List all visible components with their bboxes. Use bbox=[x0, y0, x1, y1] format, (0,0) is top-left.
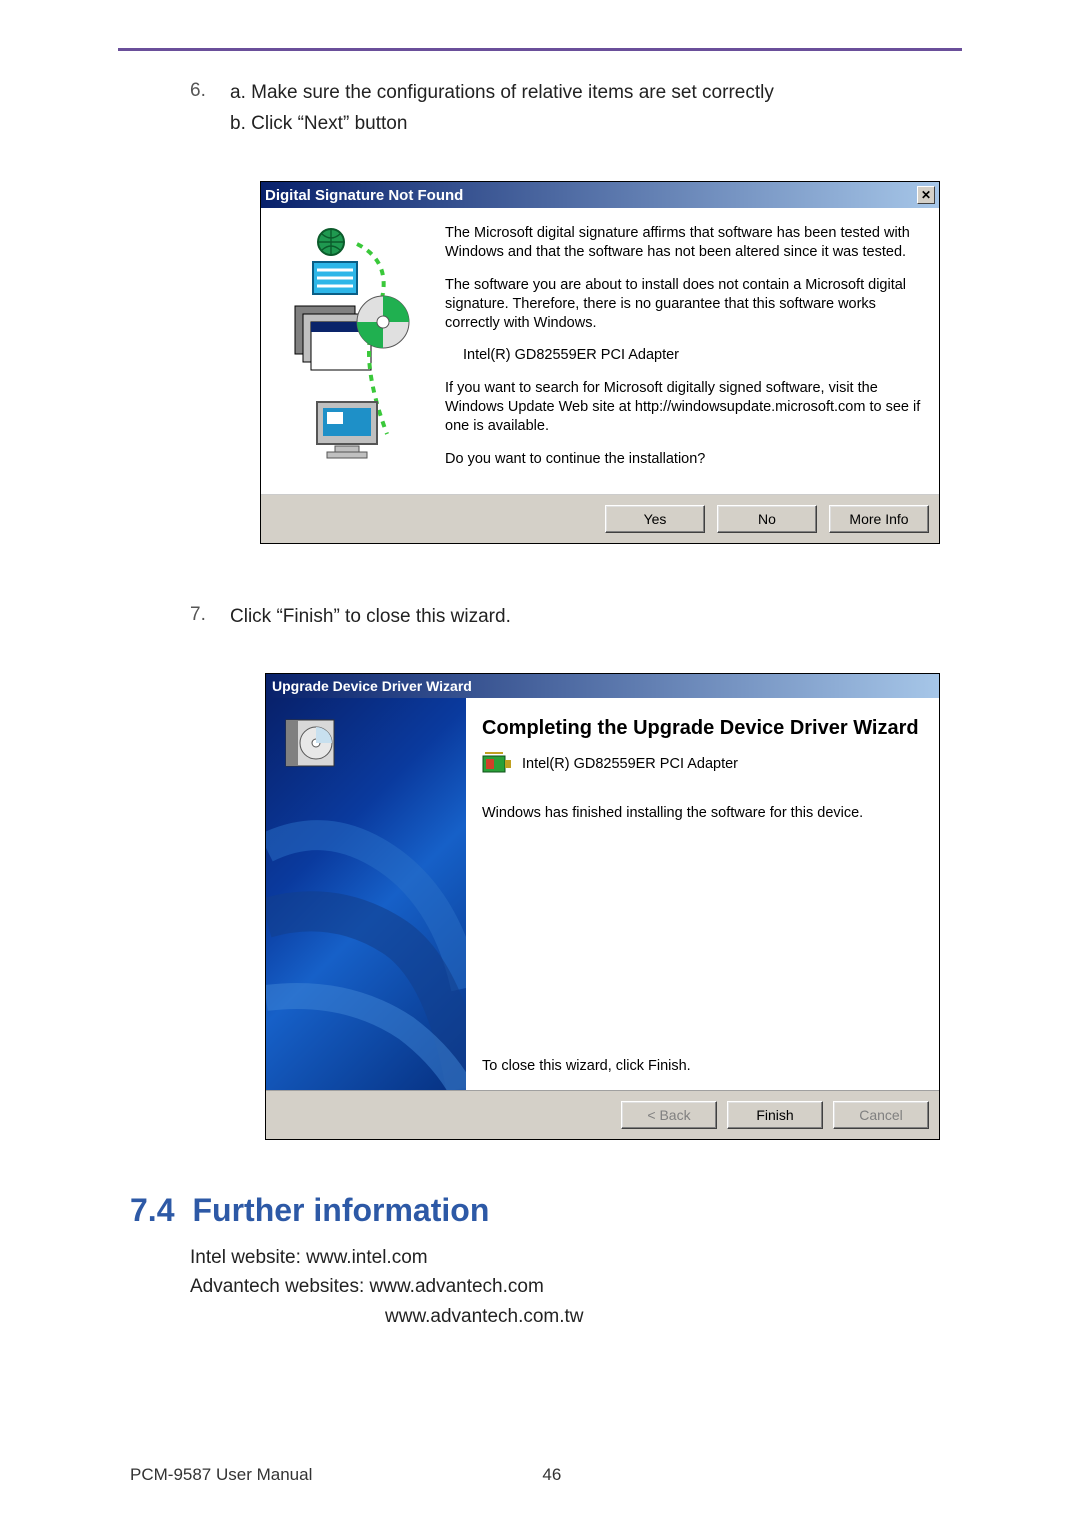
dialog2-main: Completing the Upgrade Device Driver Wiz… bbox=[466, 698, 939, 1090]
digital-signature-dialog: Digital Signature Not Found ✕ bbox=[260, 181, 940, 544]
step-6: 6. a. Make sure the configurations of re… bbox=[190, 80, 960, 141]
dialog2-button-bar: < Back Finish Cancel bbox=[266, 1090, 939, 1139]
further-info-line-3: www.advantech.com.tw bbox=[190, 1302, 960, 1331]
dialog2-sidebar-art bbox=[266, 698, 466, 1090]
section-7-4-heading: 7.4 Further information bbox=[130, 1192, 960, 1229]
dialog1-p2: The software you are about to install do… bbox=[445, 276, 925, 333]
dialog2-spacer bbox=[482, 835, 923, 1058]
finish-button[interactable]: Finish bbox=[727, 1101, 823, 1129]
step-7: 7. Click “Finish” to close this wizard. bbox=[190, 604, 960, 635]
step-7-body: Click “Finish” to close this wizard. bbox=[230, 604, 960, 635]
further-info-line-2: Advantech websites: www.advantech.com bbox=[190, 1272, 960, 1301]
dialog2-finished-text: Windows has finished installing the soft… bbox=[482, 805, 923, 821]
section-7-4-title: Further information bbox=[192, 1192, 489, 1228]
sidebar-ribbons bbox=[266, 698, 466, 1090]
step-7-number: 7. bbox=[190, 604, 230, 635]
step-6-line-a: a. Make sure the configurations of relat… bbox=[230, 80, 960, 107]
page-footer: PCM-9587 User Manual 46 bbox=[130, 1465, 962, 1485]
dialog1-p4: Do you want to continue the installation… bbox=[445, 450, 925, 469]
dialog1-body: The Microsoft digital signature affirms … bbox=[261, 208, 939, 495]
step-6-number: 6. bbox=[190, 80, 230, 141]
dialog2-device-name: Intel(R) GD82559ER PCI Adapter bbox=[522, 756, 738, 772]
section-7-4-number: 7.4 bbox=[130, 1192, 174, 1228]
software-collage-icon bbox=[285, 224, 435, 484]
dialog1-text: The Microsoft digital signature affirms … bbox=[445, 224, 925, 484]
dialog2-titlebar: Upgrade Device Driver Wizard bbox=[266, 674, 939, 698]
section-7-4-body: Intel website: www.intel.com Advantech w… bbox=[190, 1243, 960, 1331]
page-number: 46 bbox=[542, 1465, 561, 1485]
step-6-body: a. Make sure the configurations of relat… bbox=[230, 80, 960, 141]
more-info-button[interactable]: More Info bbox=[829, 505, 929, 533]
dialog1-illustration bbox=[275, 224, 445, 484]
dialog1-titlebar: Digital Signature Not Found ✕ bbox=[261, 182, 939, 208]
dialog2-title-text: Upgrade Device Driver Wizard bbox=[272, 678, 472, 694]
yes-button[interactable]: Yes bbox=[605, 505, 705, 533]
network-adapter-icon bbox=[482, 751, 512, 777]
further-info-line-1: Intel website: www.intel.com bbox=[190, 1243, 960, 1272]
dialog1-p1: The Microsoft digital signature affirms … bbox=[445, 224, 925, 262]
dialog1-p3: If you want to search for Microsoft digi… bbox=[445, 379, 925, 436]
step-6-line-b: b. Click “Next” button bbox=[230, 111, 960, 138]
top-horizontal-rule bbox=[118, 48, 962, 51]
dialog1-button-bar: Yes No More Info bbox=[261, 495, 939, 543]
dialog1-device-name: Intel(R) GD82559ER PCI Adapter bbox=[445, 346, 925, 365]
manual-name: PCM-9587 User Manual bbox=[130, 1465, 312, 1485]
dialog2-close-hint: To close this wizard, click Finish. bbox=[482, 1058, 923, 1074]
dialog1-title-text: Digital Signature Not Found bbox=[265, 187, 917, 204]
back-button[interactable]: < Back bbox=[621, 1101, 717, 1129]
upgrade-driver-wizard-dialog: Upgrade Device Driver Wizard bbox=[265, 673, 940, 1140]
step-7-text: Click “Finish” to close this wizard. bbox=[230, 604, 960, 631]
dialog2-heading: Completing the Upgrade Device Driver Wiz… bbox=[482, 716, 923, 741]
dialog2-body: Completing the Upgrade Device Driver Wiz… bbox=[266, 698, 939, 1090]
cancel-button[interactable]: Cancel bbox=[833, 1101, 929, 1129]
close-icon[interactable]: ✕ bbox=[917, 186, 935, 204]
section-7-4: 7.4 Further information Intel website: ww… bbox=[130, 1192, 960, 1331]
dialog2-device-row: Intel(R) GD82559ER PCI Adapter bbox=[482, 751, 923, 777]
no-button[interactable]: No bbox=[717, 505, 817, 533]
page-content: 6. a. Make sure the configurations of re… bbox=[190, 80, 960, 1331]
